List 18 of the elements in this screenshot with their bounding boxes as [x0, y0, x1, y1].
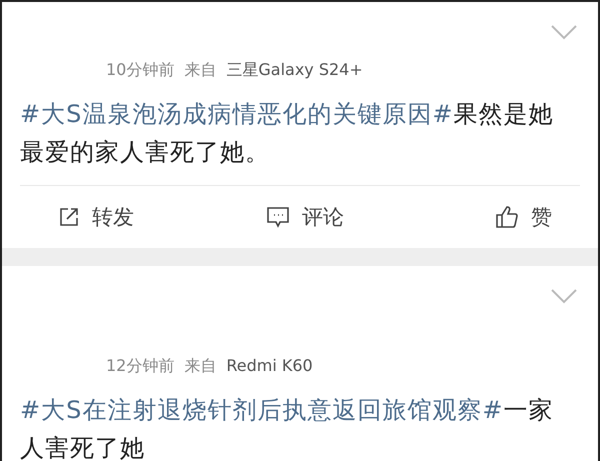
post-text: #大S在注射退烧针剂后执意返回旅馆观察#一家人害死了她 [20, 395, 554, 461]
like-button[interactable]: 赞 [387, 199, 598, 235]
thumbs-up-icon [495, 205, 520, 229]
chevron-down-icon[interactable] [550, 288, 578, 304]
device-name: Redmi K60 [226, 356, 313, 377]
topic-link[interactable]: #大S温泉泡汤成病情恶化的关键原因# [20, 100, 454, 128]
repost-button[interactable]: 转发 [20, 199, 223, 235]
chevron-down-icon[interactable] [550, 24, 578, 40]
post-time: 10分钟前 [106, 60, 174, 81]
share-icon [58, 206, 80, 228]
source-label: 来自 [184, 60, 216, 81]
device-name: 三星Galaxy S24+ [226, 60, 363, 81]
source-label: 来自 [184, 356, 216, 377]
topic-link[interactable]: #大S在注射退烧针剂后执意返回旅馆观察# [20, 396, 504, 424]
comment-icon [266, 206, 290, 228]
post-time: 12分钟前 [106, 356, 174, 377]
post-text: #大S温泉泡汤成病情恶化的关键原因#果然是她最爱的家人害死了她。 [20, 99, 554, 168]
comment-button[interactable]: 评论 [222, 199, 388, 235]
